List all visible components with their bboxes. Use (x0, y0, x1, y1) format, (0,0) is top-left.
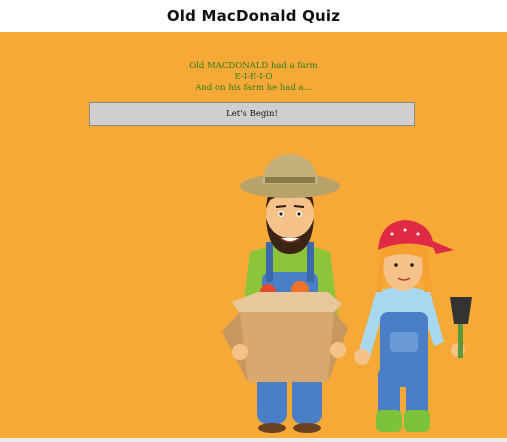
page-header: Old MacDonald Quiz (0, 0, 507, 32)
lets-begin-button[interactable]: Let's Begin! (89, 102, 415, 126)
intro-line-2: E-I-E-I-O (234, 72, 273, 82)
farmer-figure (222, 154, 348, 433)
farmers-illustration (222, 154, 472, 433)
intro-line-3: And on his farm he had a... (195, 83, 312, 93)
bottom-strip (0, 438, 507, 442)
quiz-stage: Old MACDONALD had a farm E-I-E-I-O And o… (0, 32, 507, 438)
page-title: Old MacDonald Quiz (166, 7, 341, 25)
farm-girl-figure (354, 220, 472, 432)
intro-line-1: Old MACDONALD had a farm (189, 61, 318, 71)
